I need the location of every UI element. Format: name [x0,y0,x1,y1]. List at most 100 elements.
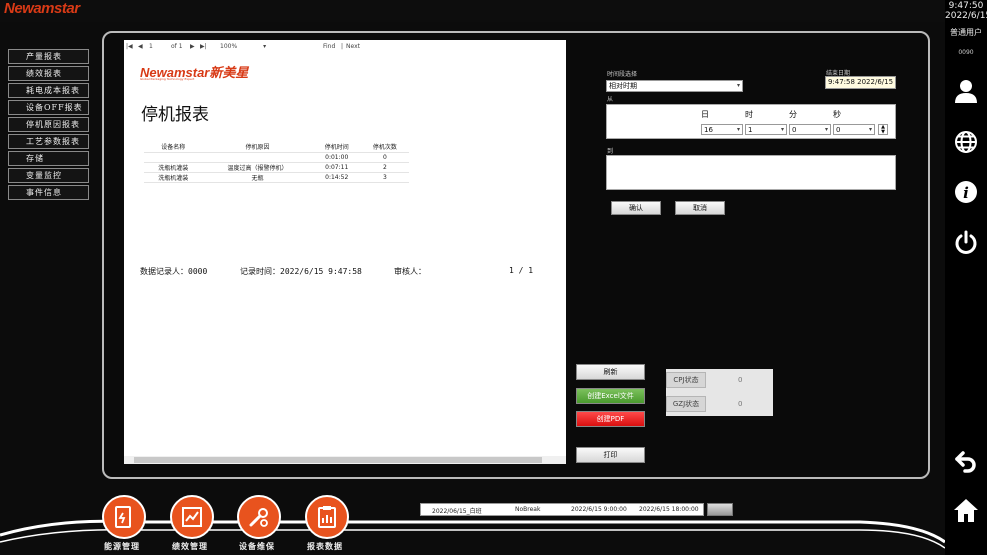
info-icon[interactable]: i [953,179,979,205]
report-logo-subtitle: Global Packaging Technology Expert [140,77,195,81]
svg-text:i: i [963,184,969,202]
refresh-button[interactable]: 刷新 [576,364,645,380]
user-icon[interactable] [953,78,979,104]
equipment-maintenance-button[interactable] [237,495,281,539]
user-role: 普通用户 [950,28,982,37]
minute-select[interactable]: 0 ▾ [789,124,831,135]
document-icon [115,506,131,528]
table-cell: 洗瓶机灌装 [144,172,203,183]
top-bar: Newamstar [0,0,945,22]
user-id: 0090 [958,49,974,56]
cpj-status-label: CPJ状态 [666,372,706,388]
spinner-icon[interactable]: ▲ ▼ [878,124,888,135]
cancel-button[interactable]: 取消 [675,201,725,215]
clock-date: 2022/6/15 [945,11,987,21]
col-downtime-reason: 停机原因 [202,142,313,153]
toolbar-separator: | [341,43,344,50]
page-count: of 1 [171,43,183,50]
right-sidebar: 9:47:50 2022/6/15 普通用户 0090 i [945,0,987,555]
last-page-button[interactable]: ▶| [200,43,207,50]
menu-variable-monitor[interactable]: 变量监控 [8,168,89,183]
time-range-value: 相对时期 [609,82,637,90]
zoom-select[interactable]: 100% ▾ [220,43,266,50]
day-column-header: 日 [701,110,709,119]
menu-event-info[interactable]: 事件信息 [8,185,89,200]
chevron-down-icon: ▾ [868,126,872,133]
power-icon[interactable] [953,229,979,255]
menu-production-report[interactable]: 产量报表 [8,49,89,64]
zoom-value: 100% [220,43,238,50]
back-icon[interactable] [953,447,979,473]
report-record-time: 记录时间：2022/6/15 9:47:58 [240,267,362,276]
left-menu: 产量报表 绩效报表 耗电成本报表 设备OFF报表 停机原因报表 工艺参数报表 存… [8,49,89,202]
menu-performance-report[interactable]: 绩效报表 [8,66,89,81]
energy-management-label: 能源管理 [104,541,140,551]
table-cell [144,152,203,163]
day-select[interactable]: 16 ▾ [701,124,743,135]
second-select[interactable]: 0 ▾ [833,124,875,135]
table-cell: 0:14:52 [312,172,361,183]
shift-info-bar: 2022/06/15_白班 NoBreak 2022/6/15 9:00:00 … [420,503,704,516]
report-recorder: 数据记录人：0000 [140,267,208,276]
clock: 9:47:50 2022/6/15 [945,1,987,21]
report-reviewer: 审核人： [394,267,426,276]
downtime-table: 设备名称 停机原因 停机时间 停机次数 0:01:00 0 洗瓶机灌装 温度过高… [144,142,409,183]
cpj-status-value: 0 [738,376,743,384]
status-panel: CPJ状态 0 GZJ状态 0 [666,369,773,416]
menu-power-cost-report[interactable]: 耗电成本报表 [8,83,89,98]
brand-logo: Newamstar [4,0,80,17]
menu-process-param-report[interactable]: 工艺参数报表 [8,134,89,149]
table-row: 洗瓶机灌装 无瓶 0:14:52 3 [144,172,409,183]
table-cell: 2 [360,162,409,173]
energy-management-button[interactable] [102,495,146,539]
table-cell: 3 [360,172,409,183]
scrollbar-thumb[interactable] [134,457,542,463]
find-button[interactable]: Find [323,43,335,50]
report-viewer: |◀ ◀ 1 of 1 ▶ ▶| 100% ▾ Find | Next Newam… [124,40,566,464]
next-page-button[interactable]: ▶ [190,43,195,50]
table-cell [202,152,313,163]
print-button[interactable]: 打印 [576,447,645,463]
day-value: 16 [704,126,713,134]
table-cell: 0:01:00 [312,152,361,163]
table-cell: 无瓶 [202,172,313,183]
create-excel-button[interactable]: 创建Excel文件 [576,388,645,404]
table-cell: 0:07:11 [312,162,361,173]
end-date-field[interactable]: 9:47:58 2022/6/15 [825,76,896,89]
second-column-header: 秒 [833,110,841,119]
table-row: 0:01:00 0 [144,152,409,163]
globe-icon[interactable] [953,129,979,155]
shift-start: 2022/6/15 9:00:00 [571,506,627,513]
report-data-button[interactable] [305,495,349,539]
menu-storage[interactable]: 存储 [8,151,89,166]
table-cell: 0 [360,152,409,163]
shift-end: 2022/6/15 18:00:00 [639,506,699,513]
create-pdf-button[interactable]: 创建PDF [576,411,645,427]
find-next-button[interactable]: Next [346,43,360,50]
chevron-down-icon: ▾ [780,126,784,133]
shift-name: 2022/06/15_白班 [432,508,482,515]
report-horizontal-scrollbar[interactable] [124,456,566,464]
prev-page-button[interactable]: ◀ [138,43,143,50]
menu-device-off-report[interactable]: 设备OFF报表 [8,100,89,115]
to-label: 到 [607,148,614,155]
first-page-button[interactable]: |◀ [126,43,133,50]
performance-management-button[interactable] [170,495,214,539]
hour-select[interactable]: 1 ▾ [745,124,787,135]
shift-action-button[interactable] [707,503,733,516]
time-range-select[interactable]: 相对时期 ▾ [606,80,743,92]
menu-downtime-reason-report[interactable]: 停机原因报表 [8,117,89,132]
page-number[interactable]: 1 [149,43,153,50]
table-row: 洗瓶机灌装 温度过高（报警停机） 0:07:11 2 [144,162,409,173]
equipment-maintenance-label: 设备维保 [239,541,275,551]
time-range-label: 时间段选择 [607,71,638,78]
col-downtime-duration: 停机时间 [312,142,361,153]
to-time-panel[interactable] [606,155,896,190]
minute-value: 0 [792,126,797,134]
col-device-name: 设备名称 [144,142,203,153]
table-cell: 温度过高（报警停机） [202,162,313,173]
col-downtime-count: 停机次数 [360,142,409,153]
confirm-button[interactable]: 确认 [611,201,661,215]
chevron-down-icon: ▾ [824,126,828,133]
home-icon[interactable] [953,497,979,523]
